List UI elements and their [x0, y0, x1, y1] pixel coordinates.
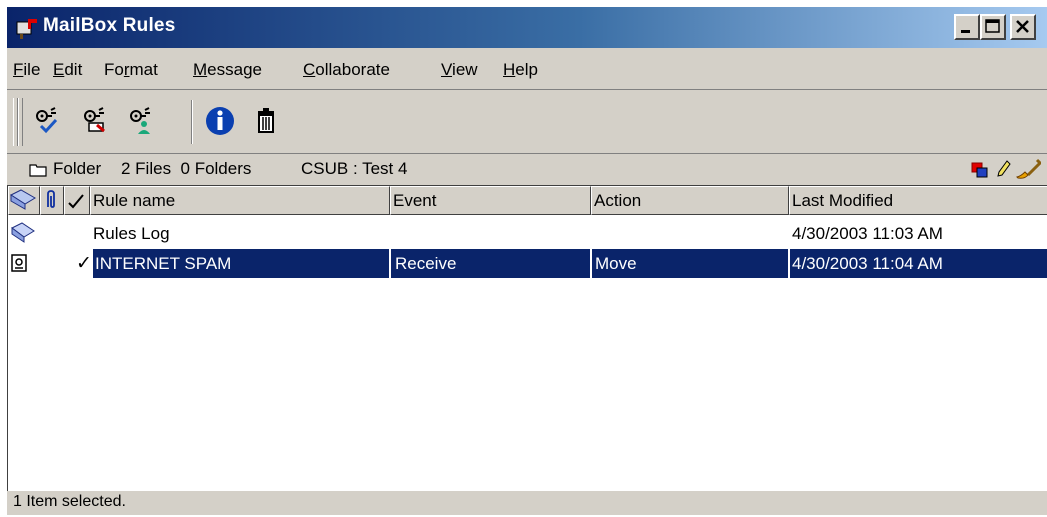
menu-help[interactable]: Help: [503, 60, 538, 80]
menu-view-accel: V: [441, 60, 453, 79]
copy-icon[interactable]: [971, 162, 989, 178]
new-rule-icon[interactable]: [33, 104, 67, 138]
toolbar-separator: [191, 100, 193, 144]
toolbar-grip-2[interactable]: [18, 98, 23, 146]
edit-rule-icon[interactable]: [81, 104, 115, 138]
menu-file-rest: ile: [23, 60, 41, 79]
menu-view[interactable]: View: [441, 60, 478, 80]
menu-format[interactable]: Format: [104, 60, 158, 80]
rule-icon: [11, 254, 27, 272]
checkmark-column-icon: [68, 194, 84, 209]
column-header-attachment[interactable]: [40, 186, 64, 215]
paperclip-icon: [47, 190, 55, 208]
folder-location: CSUB : Test 4: [301, 159, 408, 178]
rule-row[interactable]: Rules Log 4/30/2003 11:03 AM: [8, 219, 1047, 248]
location-bar: Folder 2 Files 0 Folders CSUB : Test 4: [7, 153, 1047, 187]
menu-format-pre: Fo: [104, 60, 124, 79]
log-document-icon: [11, 222, 35, 243]
column-label-event: Event: [393, 191, 437, 210]
menu-edit-rest: dit: [64, 60, 83, 79]
close-button[interactable]: [1010, 14, 1036, 40]
title-bar[interactable]: MailBox Rules: [7, 7, 1047, 48]
mailbox-app-icon: [16, 19, 37, 39]
rule-modified-cell: 4/30/2003 11:04 AM: [790, 249, 1047, 278]
menu-format-rest: mat: [129, 60, 158, 79]
column-header-last-modified[interactable]: Last Modified: [789, 186, 1047, 215]
maximize-button[interactable]: [980, 14, 1006, 40]
column-label-last-modified: Last Modified: [792, 191, 894, 210]
column-label-action: Action: [594, 191, 642, 210]
mailbox-rules-window: MailBox Rules File Edit Format Message C…: [6, 6, 1047, 515]
item-counts: 2 Files 0 Folders: [121, 159, 252, 178]
status-text: 1 Item selected.: [13, 493, 126, 510]
menu-bar: File Edit Format Message Collaborate Vie…: [7, 51, 1047, 89]
menu-collaborate-accel: C: [303, 60, 316, 79]
close-icon: [1016, 20, 1029, 33]
delete-rule-icon[interactable]: [127, 104, 161, 138]
brush-icon[interactable]: [1015, 158, 1041, 180]
minimize-button[interactable]: [954, 14, 980, 40]
window-title: MailBox Rules: [43, 15, 176, 36]
menu-file[interactable]: File: [13, 60, 40, 80]
maximize-icon: [985, 19, 1000, 33]
rule-enabled-check[interactable]: ✓: [76, 249, 92, 278]
column-header-event[interactable]: Event: [390, 186, 591, 215]
column-header-enabled[interactable]: [64, 186, 90, 215]
pencil-icon[interactable]: [997, 160, 1011, 178]
menu-edit-accel: E: [53, 60, 65, 79]
toolbar: [7, 89, 1047, 154]
info-icon[interactable]: [203, 104, 237, 138]
status-bar: 1 Item selected.: [7, 491, 1047, 516]
trash-icon[interactable]: [249, 104, 283, 138]
menu-view-rest: iew: [452, 60, 478, 79]
column-label-rule-name: Rule name: [93, 191, 176, 210]
column-header-action[interactable]: Action: [591, 186, 789, 215]
column-header-rule-name[interactable]: Rule name: [90, 186, 390, 215]
menu-edit[interactable]: Edit: [53, 60, 82, 80]
folder-label: Folder: [53, 159, 102, 178]
menu-collaborate-rest: ollaborate: [315, 60, 390, 79]
menu-collaborate[interactable]: Collaborate: [303, 60, 390, 80]
document-column-icon: [9, 189, 36, 210]
rule-row-selected[interactable]: ✓ INTERNET SPAM Receive Move 4/30/2003 1…: [8, 249, 1047, 278]
rule-event-cell: Receive: [391, 249, 590, 278]
menu-help-accel: H: [503, 60, 516, 79]
column-header-type[interactable]: [8, 186, 40, 215]
rule-modified-cell: 4/30/2003 11:03 AM: [792, 224, 943, 243]
menu-message-accel: M: [193, 60, 208, 79]
folder-icon: [29, 164, 47, 177]
rule-name-cell: Rules Log: [93, 224, 170, 243]
minimize-icon: [961, 30, 970, 33]
rule-action-cell: Move: [592, 249, 788, 278]
menu-message-rest: essage: [207, 60, 262, 79]
rules-list[interactable]: Rule name Event Action Last Modified Rul…: [7, 185, 1047, 491]
rule-name-cell: INTERNET SPAM: [93, 249, 389, 278]
menu-message[interactable]: Message: [193, 60, 262, 80]
menu-file-accel: F: [13, 60, 24, 79]
menu-help-rest: elp: [515, 60, 538, 79]
